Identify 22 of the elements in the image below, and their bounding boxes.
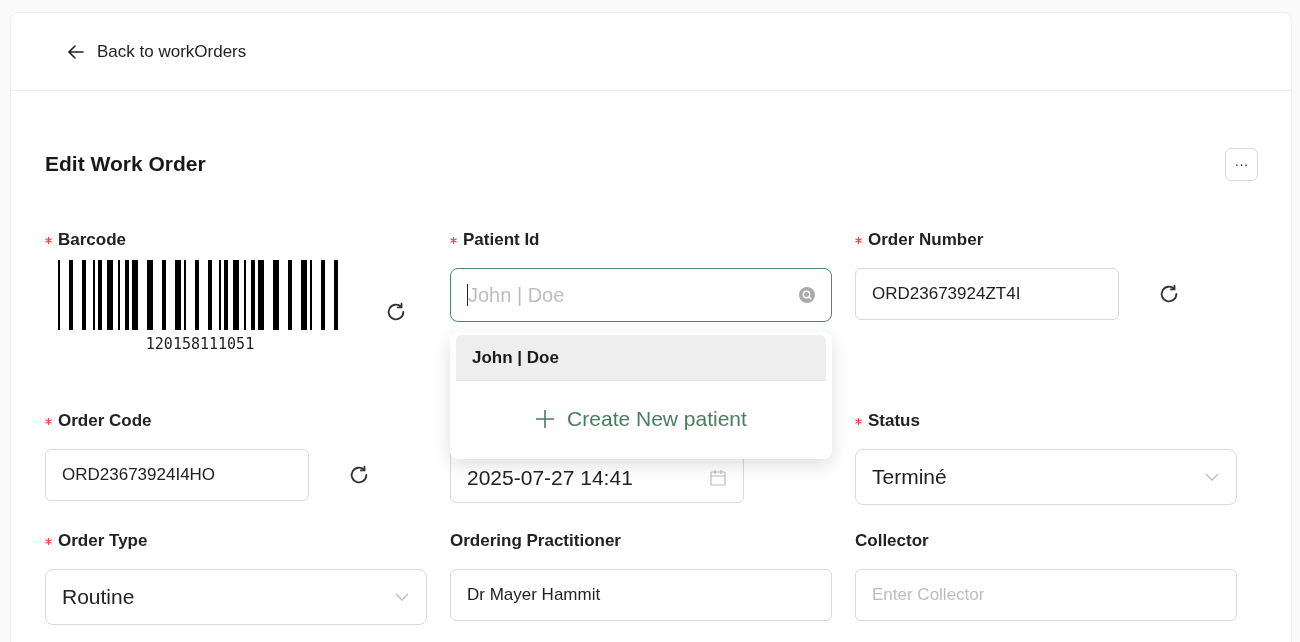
page-title: Edit Work Order	[45, 151, 206, 178]
more-button[interactable]: ···	[1225, 147, 1258, 181]
field-label: Order Number	[868, 229, 984, 252]
plus-icon	[535, 409, 556, 429]
back-link[interactable]: Back to workOrders	[67, 38, 247, 65]
select-field[interactable]: Routine	[45, 569, 427, 625]
arrow-left-icon	[67, 42, 85, 61]
text-field[interactable]: Dr Mayer Hammit	[450, 569, 832, 621]
text-field[interactable]: Enter Collector	[855, 569, 1237, 621]
calendar-icon	[709, 469, 727, 487]
text-field[interactable]: ORD23673924ZT4I	[855, 268, 1119, 320]
select-field[interactable]: Terminé	[855, 449, 1237, 505]
field-label: Patient Id	[463, 229, 540, 252]
field-label: Order Type	[58, 530, 148, 553]
barcode-drawing: 120158111051	[58, 260, 342, 353]
text-field[interactable]: ORD23673924I4HO	[45, 449, 309, 501]
field-label: Status	[868, 410, 920, 433]
dropdown-option[interactable]: John | Doe	[456, 335, 826, 381]
field-label: Collector	[855, 530, 929, 553]
field-label: Barcode	[58, 229, 127, 252]
field-label: Ordering Practitioner	[450, 530, 621, 553]
field-label: Order Code	[58, 410, 152, 433]
